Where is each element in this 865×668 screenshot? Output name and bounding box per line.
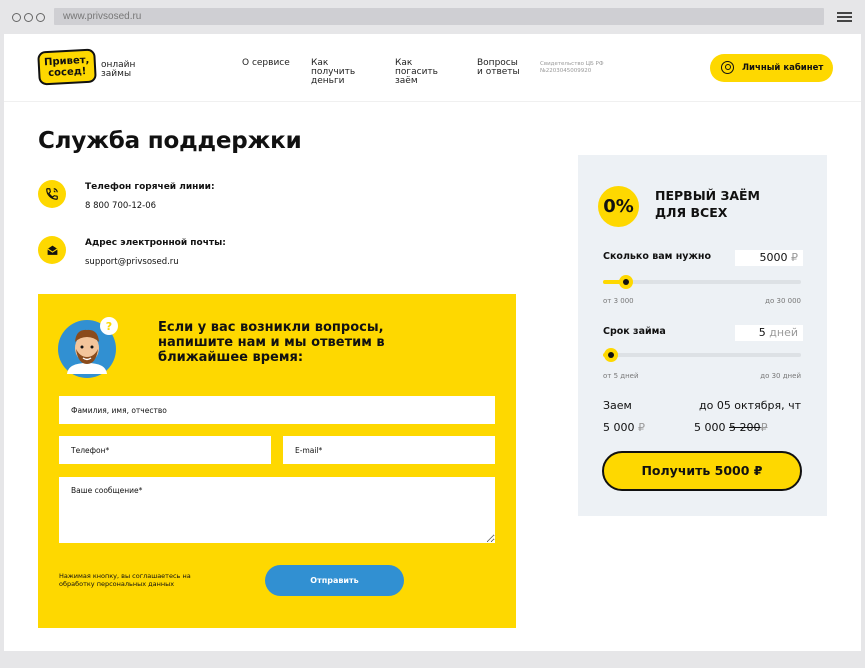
zero-percent-badge: 0% (598, 186, 639, 227)
nav-how-to-repay[interactable]: Как погасить заём (395, 59, 457, 86)
loan-calculator: 0% ПЕРВЫЙ ЗАЁМ ДЛЯ ВСЕХ Сколько вам нужн… (578, 155, 827, 516)
logo[interactable]: Привет, сосед! (37, 48, 97, 86)
cb-certificate: Свидетельство ЦБ РФ №2203045009920 (540, 61, 604, 74)
amount-slider[interactable] (603, 275, 801, 289)
term-unit: дней (769, 326, 798, 339)
email-input[interactable] (283, 436, 495, 464)
logo-subtitle: онлайн займы (101, 60, 136, 79)
support-email[interactable]: support@privsosed.ru (85, 257, 179, 267)
loan-sum-currency: ₽ (638, 421, 645, 434)
personal-account-label: Личный кабинет (742, 63, 824, 73)
term-field[interactable]: 5 дней (735, 325, 803, 341)
window-controls (12, 13, 45, 22)
term-value: 5 (758, 326, 766, 339)
support-form: ? Если у вас возникли вопросы, напишите … (38, 294, 516, 628)
page-title: Служба поддержки (38, 128, 302, 154)
address-bar[interactable]: www.privsosed.ru (54, 8, 824, 25)
amount-value: 5000 (759, 251, 788, 264)
browser-chrome: www.privsosed.ru (0, 0, 865, 34)
user-icon (721, 61, 734, 74)
form-title: Если у вас возникли вопросы, напишите на… (158, 320, 385, 365)
hotline-label: Телефон горячей линии: (85, 182, 215, 192)
loan-sum: 5 000 ₽ (603, 421, 645, 434)
offer-title: ПЕРВЫЙ ЗАЁМ ДЛЯ ВСЕХ (655, 188, 760, 220)
full-name-input[interactable] (59, 396, 495, 424)
term-label: Срок займа (603, 326, 666, 337)
phone-input[interactable] (59, 436, 271, 464)
loan-label: Заем (603, 399, 632, 412)
site-header: Привет, сосед! онлайн займы О сервисе Ка… (4, 34, 861, 102)
return-sum-value: 5 000 (694, 421, 726, 434)
page: Привет, сосед! онлайн займы О сервисе Ка… (4, 34, 861, 651)
term-slider-handle[interactable] (604, 348, 618, 362)
return-sum-old: 5 200 (729, 421, 761, 434)
nav-about[interactable]: О сервисе (242, 59, 290, 68)
return-sum: 5 000 5 200₽ (694, 421, 768, 434)
submit-button[interactable]: Отправить (265, 565, 404, 596)
currency-icon: ₽ (791, 251, 798, 264)
term-slider[interactable] (603, 348, 801, 362)
hamburger-menu-icon[interactable] (837, 12, 852, 22)
hotline-phone[interactable]: 8 800 700-12-06 (85, 201, 156, 211)
phone-icon (38, 180, 66, 208)
window-dot-icon[interactable] (12, 13, 21, 22)
return-sum-currency: ₽ (760, 421, 768, 434)
get-loan-button[interactable]: Получить 5000 ₽ (602, 451, 802, 491)
nav-faq[interactable]: Вопросы и ответы (477, 59, 521, 77)
consent-text: Нажимая кнопку, вы соглашаетесь на обраб… (59, 572, 191, 588)
support-avatar-icon: ? (58, 316, 120, 378)
window-dot-icon[interactable] (24, 13, 33, 22)
amount-field[interactable]: 5000 ₽ (735, 250, 803, 266)
term-max: до 30 дней (760, 372, 801, 380)
personal-account-button[interactable]: Личный кабинет (710, 54, 833, 82)
term-min: от 5 дней (603, 372, 639, 380)
window-dot-icon[interactable] (36, 13, 45, 22)
amount-slider-handle[interactable] (619, 275, 633, 289)
nav-how-to-get[interactable]: Как получить деньги (311, 59, 375, 86)
amount-max: до 30 000 (765, 297, 801, 305)
due-date: до 05 октября, чт (698, 399, 801, 412)
mail-icon (38, 236, 66, 264)
svg-text:?: ? (106, 320, 112, 333)
amount-min: от 3 000 (603, 297, 634, 305)
amount-label: Сколько вам нужно (603, 251, 711, 262)
loan-sum-value: 5 000 (603, 421, 635, 434)
email-label: Адрес электронной почты: (85, 238, 226, 248)
message-textarea[interactable] (59, 477, 495, 543)
